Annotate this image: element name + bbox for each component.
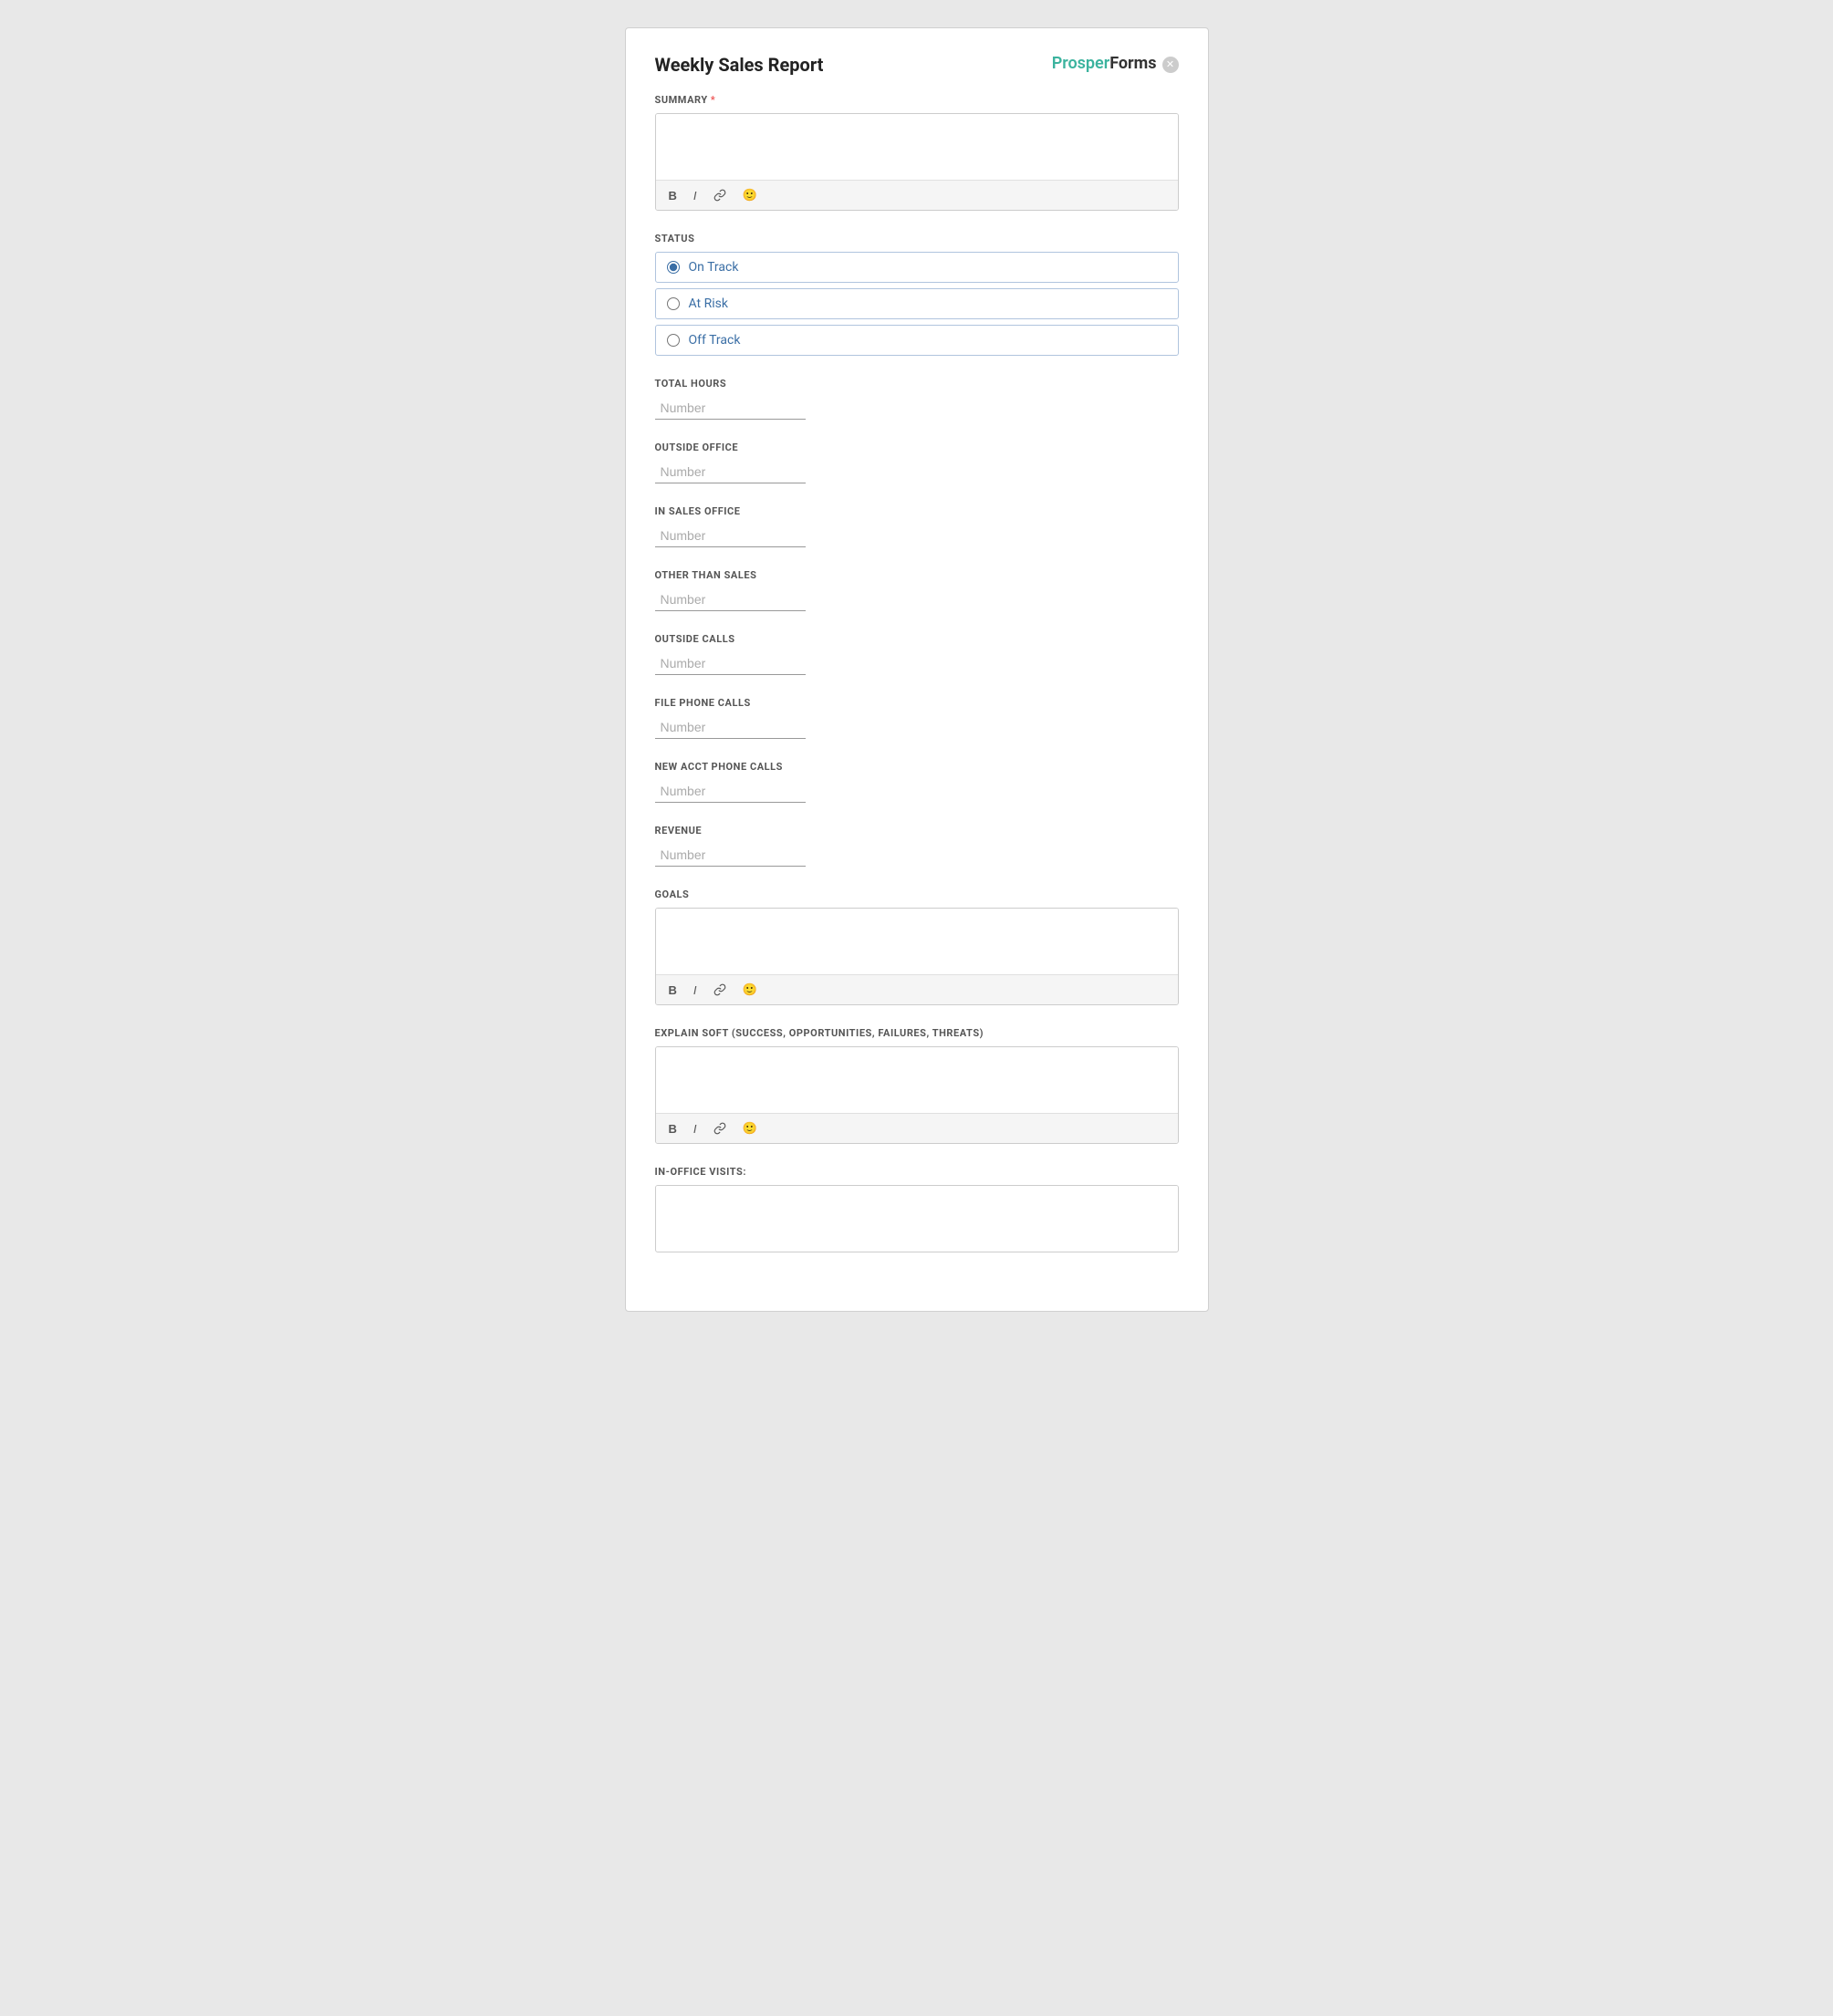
status-off-track-radio[interactable]: [667, 334, 680, 347]
explain-soft-italic-button[interactable]: I: [690, 1120, 701, 1138]
summary-italic-button[interactable]: I: [690, 187, 701, 204]
explain-soft-editor: B I 🙂: [655, 1046, 1179, 1144]
total-hours-field: TOTAL HOURS: [655, 378, 1179, 420]
new-acct-phone-calls-field: NEW ACCT PHONE CALLS: [655, 761, 1179, 803]
in-office-visits-field: IN-OFFICE VISITS:: [655, 1166, 1179, 1252]
explain-soft-link-button[interactable]: [710, 1120, 730, 1137]
revenue-label: REVENUE: [655, 825, 1179, 837]
form-title: Weekly Sales Report: [655, 54, 824, 76]
in-sales-office-label: IN SALES OFFICE: [655, 505, 1179, 517]
status-at-risk-radio[interactable]: [667, 297, 680, 310]
goals-bold-button[interactable]: B: [665, 982, 681, 999]
brand-area: ProsperForms ✕: [1052, 54, 1179, 73]
outside-calls-field: OUTSIDE CALLS: [655, 633, 1179, 675]
in-office-visits-editor: [655, 1185, 1179, 1252]
summary-label: SUMMARY*: [655, 94, 1179, 106]
new-acct-phone-calls-label: NEW ACCT PHONE CALLS: [655, 761, 1179, 773]
outside-office-input[interactable]: [655, 461, 806, 483]
summary-bold-button[interactable]: B: [665, 187, 681, 204]
status-at-risk[interactable]: At Risk: [655, 288, 1179, 319]
status-off-track-label: Off Track: [689, 333, 741, 348]
summary-field: SUMMARY* B I 🙂: [655, 94, 1179, 211]
status-options: On Track At Risk Off Track: [655, 252, 1179, 356]
explain-soft-bold-button[interactable]: B: [665, 1120, 681, 1138]
summary-editor: B I 🙂: [655, 113, 1179, 211]
other-than-sales-label: OTHER THAN SALES: [655, 569, 1179, 581]
outside-calls-input[interactable]: [655, 652, 806, 675]
status-on-track-radio[interactable]: [667, 261, 680, 274]
summary-link-button[interactable]: [710, 187, 730, 203]
status-field: STATUS On Track At Risk Off Track: [655, 233, 1179, 356]
goals-input[interactable]: [656, 909, 1178, 971]
file-phone-calls-field: FILE PHONE CALLS: [655, 697, 1179, 739]
other-than-sales-input[interactable]: [655, 588, 806, 611]
goals-label: GOALS: [655, 888, 1179, 900]
status-on-track-label: On Track: [689, 260, 739, 275]
goals-emoji-button[interactable]: 🙂: [739, 981, 761, 999]
form-container: Weekly Sales Report ProsperForms ✕ SUMMA…: [625, 27, 1209, 1312]
revenue-input[interactable]: [655, 844, 806, 867]
goals-field: GOALS B I 🙂: [655, 888, 1179, 1005]
revenue-field: REVENUE: [655, 825, 1179, 867]
total-hours-label: TOTAL HOURS: [655, 378, 1179, 390]
status-label: STATUS: [655, 233, 1179, 244]
in-sales-office-field: IN SALES OFFICE: [655, 505, 1179, 547]
status-at-risk-label: At Risk: [689, 296, 728, 311]
goals-italic-button[interactable]: I: [690, 982, 701, 999]
status-off-track[interactable]: Off Track: [655, 325, 1179, 356]
other-than-sales-field: OTHER THAN SALES: [655, 569, 1179, 611]
brand-forms: Forms: [1109, 54, 1156, 73]
explain-soft-field: EXPLAIN SOFT (SUCCESS, OPPORTUNITIES, FA…: [655, 1027, 1179, 1144]
explain-soft-toolbar: B I 🙂: [656, 1113, 1178, 1143]
in-office-visits-label: IN-OFFICE VISITS:: [655, 1166, 1179, 1178]
file-phone-calls-input[interactable]: [655, 716, 806, 739]
brand-prosper: Prosper: [1052, 54, 1110, 73]
new-acct-phone-calls-input[interactable]: [655, 780, 806, 803]
in-office-visits-input[interactable]: [656, 1186, 1178, 1248]
goals-editor: B I 🙂: [655, 908, 1179, 1005]
explain-soft-input[interactable]: [656, 1047, 1178, 1109]
brand-logo: ProsperForms: [1052, 54, 1157, 73]
form-header: Weekly Sales Report ProsperForms ✕: [655, 54, 1179, 76]
total-hours-input[interactable]: [655, 397, 806, 420]
goals-toolbar: B I 🙂: [656, 974, 1178, 1004]
outside-calls-label: OUTSIDE CALLS: [655, 633, 1179, 645]
summary-toolbar: B I 🙂: [656, 180, 1178, 210]
outside-office-field: OUTSIDE OFFICE: [655, 442, 1179, 483]
summary-input[interactable]: [656, 114, 1178, 176]
explain-soft-emoji-button[interactable]: 🙂: [739, 1119, 761, 1138]
status-on-track[interactable]: On Track: [655, 252, 1179, 283]
summary-emoji-button[interactable]: 🙂: [739, 186, 761, 204]
explain-soft-label: EXPLAIN SOFT (SUCCESS, OPPORTUNITIES, FA…: [655, 1027, 1179, 1039]
goals-link-button[interactable]: [710, 982, 730, 998]
close-button[interactable]: ✕: [1162, 57, 1179, 73]
required-indicator: *: [711, 94, 716, 106]
in-sales-office-input[interactable]: [655, 525, 806, 547]
file-phone-calls-label: FILE PHONE CALLS: [655, 697, 1179, 709]
outside-office-label: OUTSIDE OFFICE: [655, 442, 1179, 453]
